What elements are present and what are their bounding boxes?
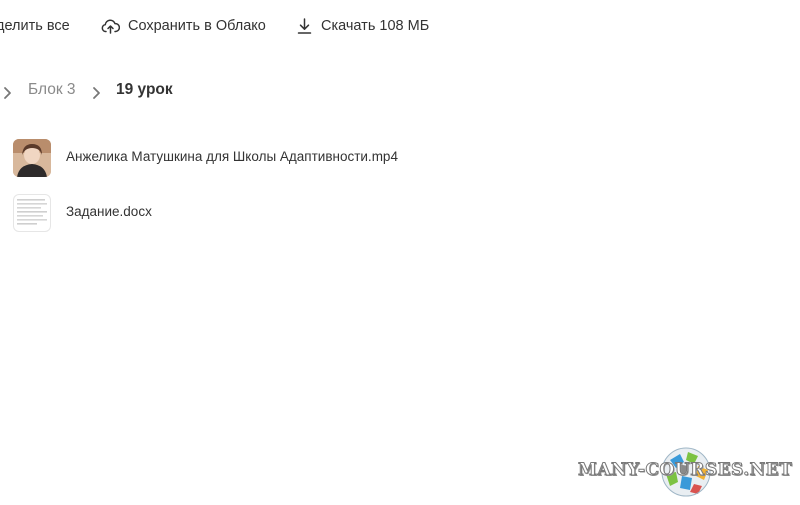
toolbar: делить все Сохранить в Облако Скачать 10…: [0, 0, 800, 50]
cloud-upload-icon: [101, 18, 120, 34]
save-to-cloud-button[interactable]: Сохранить в Облако: [101, 15, 266, 37]
breadcrumb-item-block[interactable]: Блок 3: [28, 81, 76, 99]
file-name: Анжелика Матушкина для Школы Адаптивност…: [66, 149, 398, 164]
select-all-button[interactable]: делить все: [0, 15, 70, 37]
select-all-label: делить все: [0, 18, 70, 34]
file-browser-page: делить все Сохранить в Облако Скачать 10…: [0, 0, 800, 505]
watermark: MANY-COURSES.NET: [577, 446, 800, 498]
document-thumbnail-icon: [13, 194, 51, 232]
chevron-right-icon: [2, 86, 12, 105]
file-row-document[interactable]: Задание.docx: [0, 193, 800, 235]
watermark-text: MANY-COURSES.NET: [577, 460, 793, 481]
chevron-right-icon: [91, 86, 101, 105]
download-button[interactable]: Скачать 108 МБ: [296, 15, 429, 37]
file-name: Задание.docx: [66, 204, 152, 219]
file-row-video[interactable]: Анжелика Матушкина для Школы Адаптивност…: [0, 138, 800, 180]
download-icon: [296, 17, 313, 35]
breadcrumb: Блок 3 19 урок: [0, 80, 400, 104]
download-label: Скачать 108 МБ: [321, 18, 430, 34]
save-to-cloud-label: Сохранить в Облако: [128, 18, 266, 34]
video-thumbnail-icon: [13, 139, 51, 177]
breadcrumb-item-current: 19 урок: [116, 81, 173, 98]
